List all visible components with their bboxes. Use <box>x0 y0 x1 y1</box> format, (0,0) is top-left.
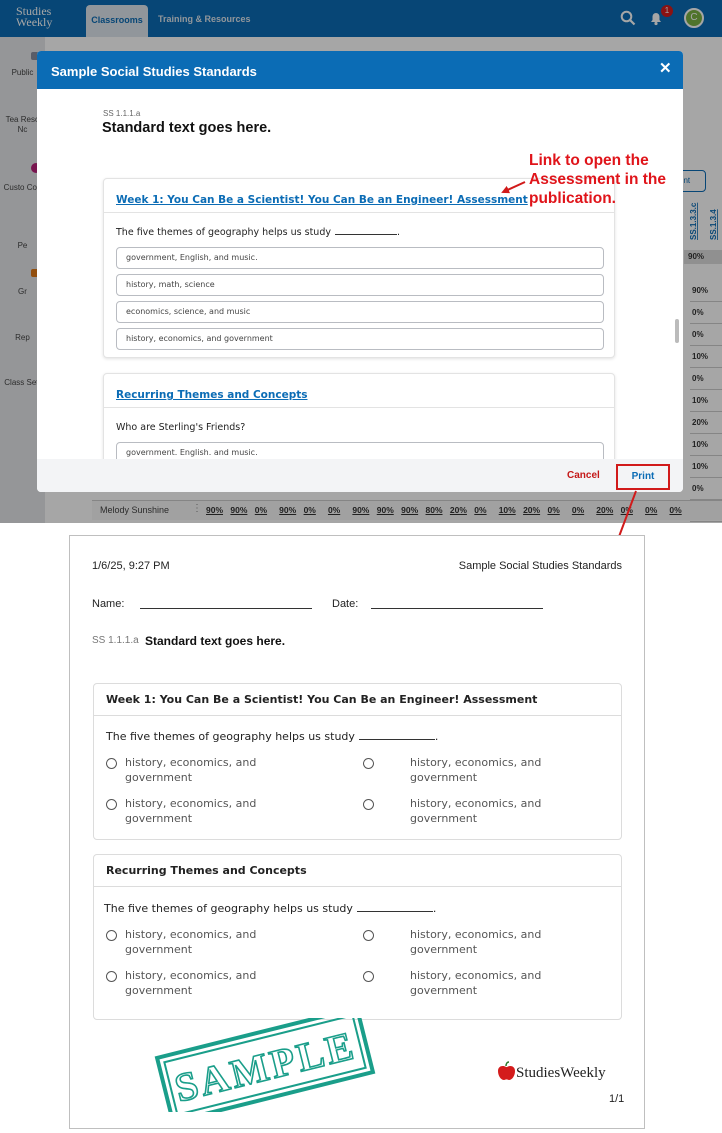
standards-modal: Sample Social Studies Standards ✕ SS 1.1… <box>37 51 683 492</box>
print-question-label: The five themes of geography helps us st… <box>106 730 355 743</box>
logo-text: StudiesWeekly <box>516 1065 606 1081</box>
print-standard-text: Standard text goes here. <box>145 634 286 648</box>
print-title: Sample Social Studies Standards <box>458 560 622 572</box>
question-text: The five themes of geography helps us st… <box>116 227 401 238</box>
answer-blank <box>334 234 397 235</box>
page-number: 1/1 <box>609 1093 625 1105</box>
annotation-line: Link to open the <box>529 152 649 169</box>
print-option: history, economics, and government <box>410 969 542 997</box>
modal-footer: Cancel Print <box>37 459 683 492</box>
print-option: history, economics, and government <box>125 928 257 956</box>
print-card-title: Recurring Themes and Concepts <box>94 855 621 887</box>
print-card: Recurring Themes and Concepts The five t… <box>93 854 622 1020</box>
print-question: The five themes of geography helps us st… <box>106 730 439 743</box>
name-label: Name: <box>92 598 125 610</box>
answer-option[interactable]: history, economics, and government <box>116 328 604 350</box>
print-card-title: Week 1: You Can Be a Scientist! You Can … <box>94 684 621 716</box>
modal-title: Sample Social Studies Standards <box>51 64 257 79</box>
standard-code: SS 1.1.1.a <box>103 109 141 118</box>
print-option: history, economics, and government <box>125 797 257 825</box>
annotation-callout: Link to open the Assessment in the publi… <box>529 151 719 208</box>
assessment-card: Recurring Themes and Concepts Who are St… <box>103 373 615 459</box>
print-question: The five themes of geography helps us st… <box>104 902 437 915</box>
card-header: Recurring Themes and Concepts <box>104 374 614 408</box>
print-option: history, economics, and government <box>410 928 542 956</box>
answer-blank <box>358 739 435 740</box>
answer-option[interactable]: history, math, science <box>116 274 604 296</box>
print-question-label: The five themes of geography helps us st… <box>104 902 353 915</box>
print-standard-code: SS 1.1.1.a <box>92 635 139 646</box>
print-card: Week 1: You Can Be a Scientist! You Can … <box>93 683 622 840</box>
date-line <box>371 608 543 609</box>
recurring-themes-link[interactable]: Recurring Themes and Concepts <box>116 389 308 401</box>
date-label: Date: <box>332 598 359 610</box>
answer-blank <box>356 911 433 912</box>
print-option: history, economics, and government <box>410 756 542 784</box>
modal-header: Sample Social Studies Standards ✕ <box>37 51 683 89</box>
close-icon[interactable]: ✕ <box>659 61 672 76</box>
sample-stamp: SAMPLE <box>154 1018 376 1112</box>
print-button[interactable]: Print <box>616 464 670 490</box>
question-text: Who are Sterling's Friends? <box>116 422 246 433</box>
print-option: history, economics, and government <box>410 797 542 825</box>
question-label: The five themes of geography helps us st… <box>116 227 331 238</box>
print-datetime: 1/6/25, 9:27 PM <box>92 560 170 572</box>
radio-icon <box>106 758 117 769</box>
assessment-link[interactable]: Week 1: You Can Be a Scientist! You Can … <box>116 194 528 206</box>
modal-scrollbar[interactable] <box>675 319 679 343</box>
radio-icon <box>363 971 374 982</box>
modal-body[interactable]: SS 1.1.1.a Standard text goes here. Week… <box>37 89 683 459</box>
standard-text: Standard text goes here. <box>102 120 272 136</box>
radio-icon <box>106 930 117 941</box>
print-option: history, economics, and government <box>125 756 257 784</box>
radio-icon <box>363 930 374 941</box>
answer-option[interactable]: government. English. and music. <box>116 442 604 459</box>
cancel-button[interactable]: Cancel <box>567 470 600 481</box>
annotation-line: Assessment in the <box>529 171 666 188</box>
radio-icon <box>363 799 374 810</box>
name-line <box>140 608 312 609</box>
answer-option[interactable]: economics, science, and music <box>116 301 604 323</box>
studies-weekly-logo: StudiesWeekly <box>498 1061 606 1081</box>
answer-option[interactable]: government, English, and music. <box>116 247 604 269</box>
radio-icon <box>363 758 374 769</box>
apple-icon <box>498 1066 515 1080</box>
annotation-line: publication. <box>529 190 616 207</box>
radio-icon <box>106 799 117 810</box>
radio-icon <box>106 971 117 982</box>
print-option: history, economics, and government <box>125 969 257 997</box>
